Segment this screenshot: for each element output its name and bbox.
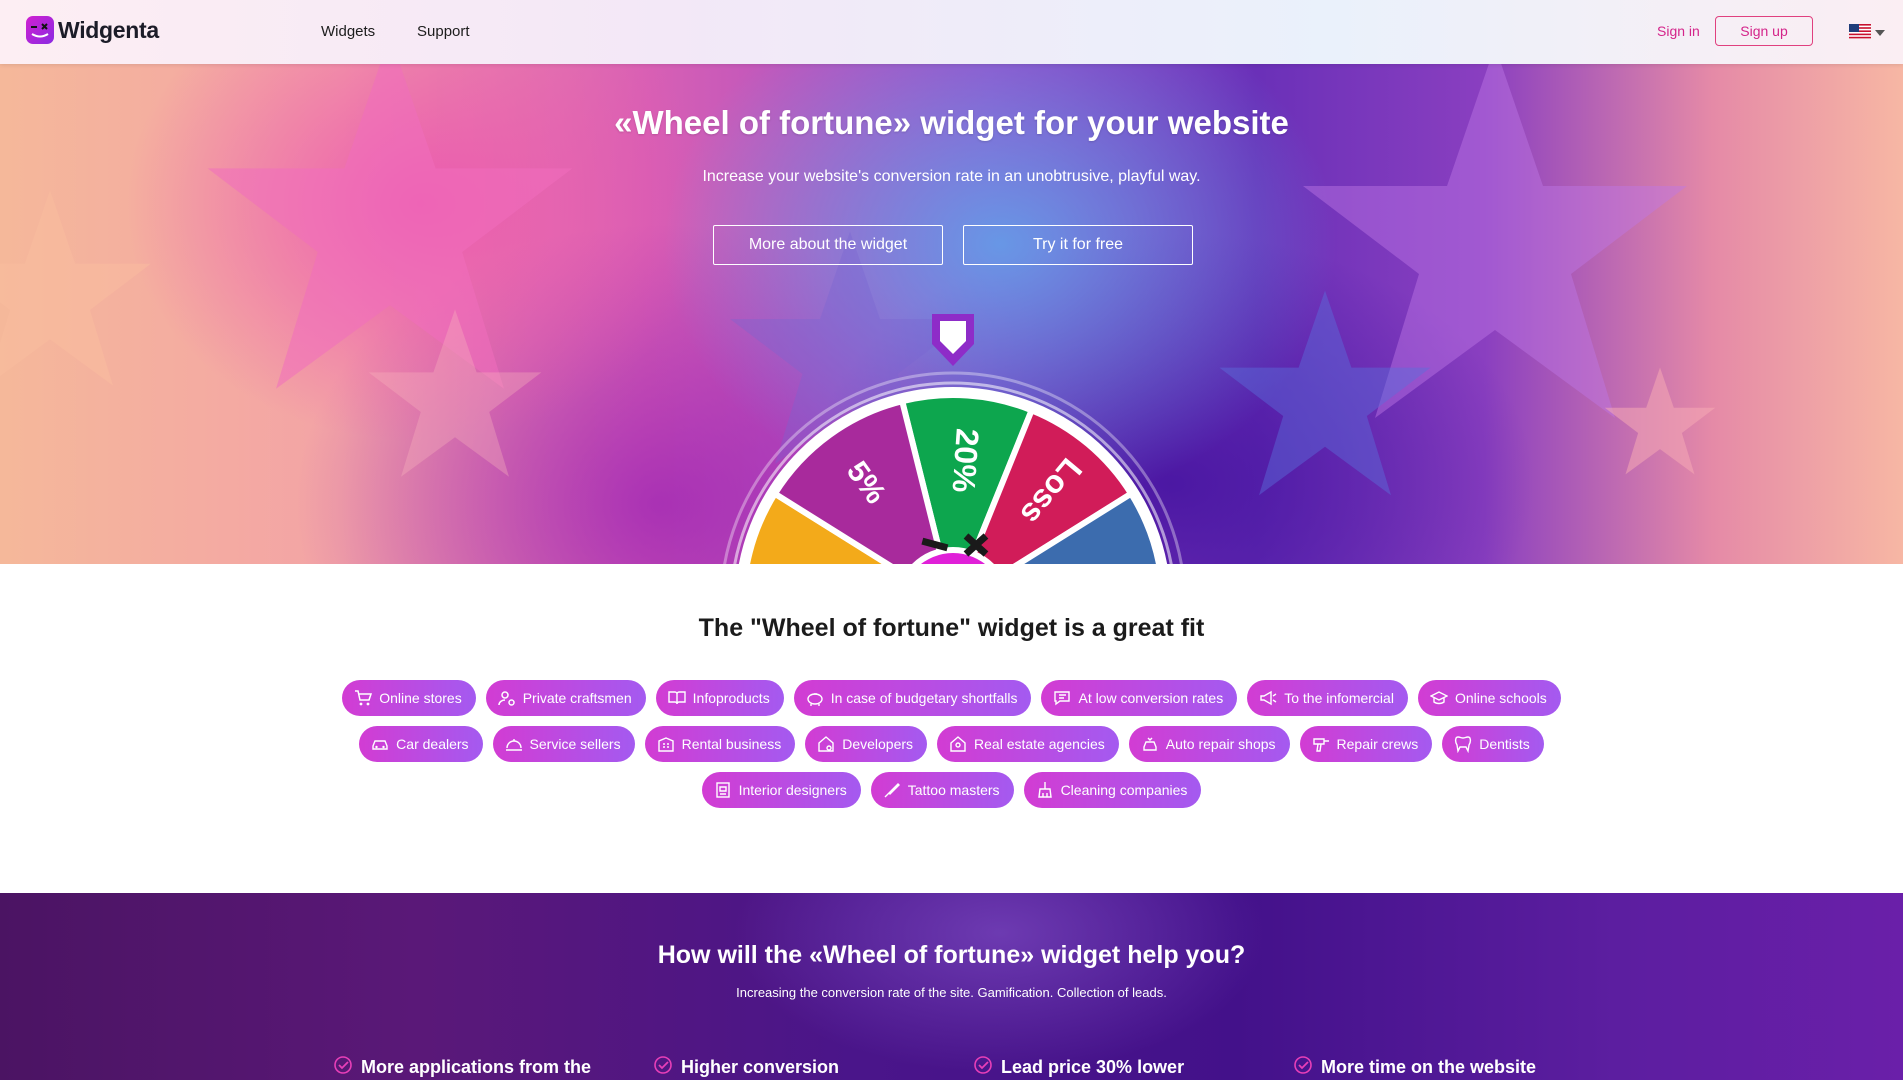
- language-dropdown-caret[interactable]: [1875, 30, 1885, 36]
- chip-tattoo-masters[interactable]: Tattoo masters: [870, 772, 1014, 808]
- brand-name: Widgenta: [58, 16, 159, 43]
- chip-dentists[interactable]: Dentists: [1442, 726, 1544, 762]
- fit-section-title: The "Wheel of fortune" widget is a great…: [698, 614, 1205, 642]
- tooth-icon: [1454, 735, 1472, 753]
- house-gear-icon: [817, 735, 835, 753]
- check-circle-icon: [973, 1055, 993, 1080]
- benefit-more-time: More time on the website: [1293, 1055, 1536, 1080]
- help-section: How will the «Wheel of fortune» widget h…: [0, 893, 1903, 1080]
- chip-infomercial[interactable]: To the infomercial: [1247, 680, 1408, 716]
- building-icon: [657, 735, 675, 753]
- interior-icon: [714, 781, 732, 799]
- car-icon: [371, 735, 389, 753]
- chip-online-schools[interactable]: Online schools: [1417, 680, 1561, 716]
- chip-rental-business[interactable]: Rental business: [644, 726, 796, 762]
- chip-interior-designers[interactable]: Interior designers: [701, 772, 861, 808]
- sign-up-button[interactable]: Sign up: [1715, 16, 1813, 46]
- book-icon: [667, 689, 686, 707]
- check-circle-icon: [1293, 1055, 1313, 1080]
- wheel-pointer-icon: [932, 314, 974, 366]
- us-flag-icon[interactable]: [1849, 24, 1871, 39]
- help-section-title: How will the «Wheel of fortune» widget h…: [657, 941, 1246, 969]
- chip-repair-crews[interactable]: Repair crews: [1299, 726, 1433, 762]
- logo-icon: [26, 16, 54, 44]
- check-circle-icon: [333, 1055, 353, 1080]
- car-repair-icon: [1141, 735, 1159, 753]
- benefit-more-applications: More applications from the: [333, 1055, 591, 1080]
- chip-auto-repair[interactable]: Auto repair shops: [1128, 726, 1290, 762]
- fortune-wheel[interactable]: 20%LossSpin10%5%: [0, 64, 1903, 564]
- chip-low-conversion[interactable]: At low conversion rates: [1041, 680, 1238, 716]
- megaphone-icon: [1259, 689, 1277, 707]
- chip-infoproducts[interactable]: Infoproducts: [655, 680, 784, 716]
- service-icon: [505, 735, 523, 753]
- cart-icon: [354, 689, 373, 707]
- chip-online-stores[interactable]: Online stores: [342, 680, 476, 716]
- list-chat-icon: [1053, 689, 1071, 707]
- drill-icon: [1312, 735, 1330, 753]
- tattoo-icon: [883, 781, 901, 799]
- chip-row-1: Online stores Private craftsmen Infoprod…: [0, 680, 1903, 716]
- chip-real-estate[interactable]: Real estate agencies: [937, 726, 1119, 762]
- benefit-lead-price: Lead price 30% lower: [973, 1055, 1184, 1080]
- piggy-bank-icon: [806, 689, 824, 707]
- benefit-higher-conversion: Higher conversion: [653, 1055, 839, 1080]
- help-section-subtitle: Increasing the conversion rate of the si…: [736, 985, 1167, 1000]
- chip-budgetary-shortfalls[interactable]: In case of budgetary shortfalls: [793, 680, 1032, 716]
- top-header: Widgenta Widgets Support Sign in Sign up: [0, 0, 1903, 64]
- nav-support[interactable]: Support: [417, 23, 470, 40]
- user-gear-icon: [497, 689, 516, 707]
- chip-private-craftsmen[interactable]: Private craftsmen: [485, 680, 646, 716]
- nav-widgets[interactable]: Widgets: [321, 23, 375, 40]
- chip-service-sellers[interactable]: Service sellers: [492, 726, 635, 762]
- chip-developers[interactable]: Developers: [805, 726, 928, 762]
- brand-logo[interactable]: Widgenta: [26, 16, 159, 44]
- check-circle-icon: [653, 1055, 673, 1080]
- chip-row-3: Interior designers Tattoo masters Cleani…: [0, 772, 1903, 808]
- wheel-segment-label: 20%: [945, 427, 985, 493]
- broom-icon: [1036, 781, 1054, 799]
- graduation-cap-icon: [1429, 689, 1448, 707]
- sign-in-link[interactable]: Sign in: [1657, 23, 1700, 39]
- chip-car-dealers[interactable]: Car dealers: [359, 726, 483, 762]
- chip-cleaning-companies[interactable]: Cleaning companies: [1023, 772, 1202, 808]
- chip-row-2: Car dealers Service sellers Rental busin…: [0, 726, 1903, 762]
- house-icon: [949, 735, 967, 753]
- hero-section: «Wheel of fortune» widget for your websi…: [0, 64, 1903, 564]
